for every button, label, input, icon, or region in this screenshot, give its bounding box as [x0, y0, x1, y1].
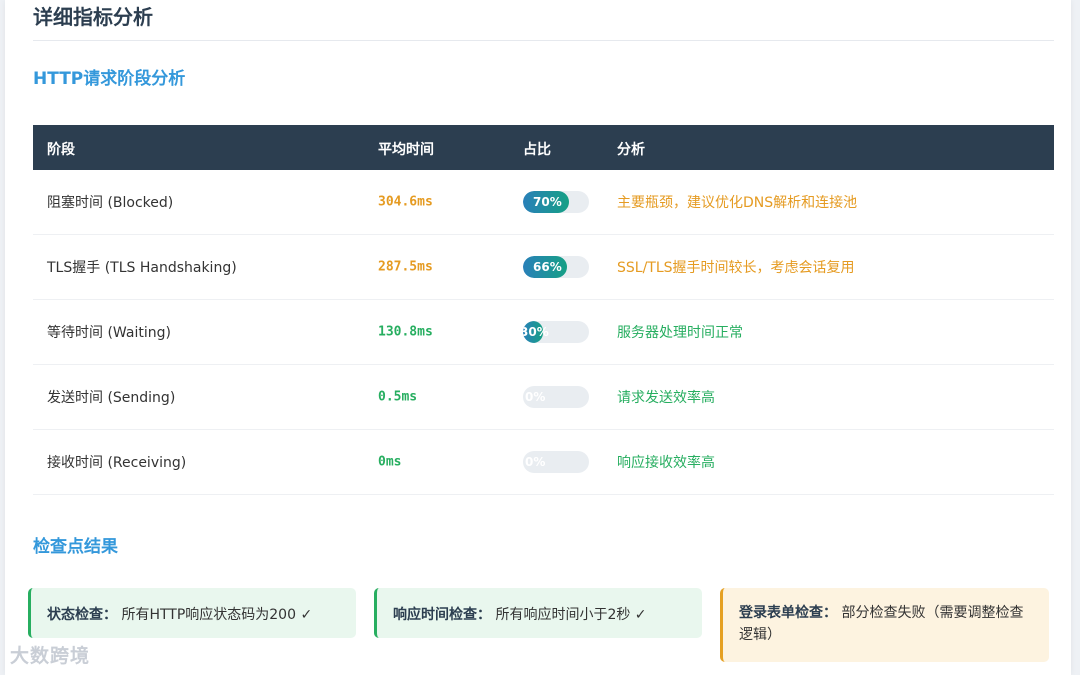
analysis-text: SSL/TLS握手时间较长，考虑会话复用: [617, 260, 855, 276]
stage-name: 等待时间 (Waiting): [47, 325, 171, 341]
table-row: 阻塞时间 (Blocked) 304.6ms 70% 主要瓶颈，建议优化DNS解析和连…: [33, 170, 1054, 235]
percent-label: 0%: [525, 455, 546, 469]
stage-name: 发送时间 (Sending): [47, 390, 176, 406]
avg-time: 0.5ms: [378, 389, 418, 405]
http-section-title: HTTP请求阶段分析: [33, 69, 186, 89]
checkpoint-card-response-time: 响应时间检查： 所有响应时间小于2秒 ✓: [374, 588, 702, 638]
table-row: 接收时间 (Receiving) 0ms 0% 响应接收效率高: [33, 430, 1054, 495]
percent-label: 70%: [533, 195, 562, 209]
percent-bar: 66%: [523, 256, 589, 278]
title-divider: [33, 40, 1054, 41]
checkpoint-section-title: 检查点结果: [33, 537, 118, 557]
header-percent: 占比: [523, 142, 551, 158]
checkpoint-label: 状态检查：: [47, 607, 117, 623]
avg-time: 0ms: [378, 454, 402, 470]
header-stage: 阶段: [47, 142, 75, 158]
table-row: 等待时间 (Waiting) 130.8ms 30% 服务器处理时间正常: [33, 300, 1054, 365]
stage-name: 接收时间 (Receiving): [47, 455, 187, 471]
stage-name: TLS握手 (TLS Handshaking): [47, 260, 237, 276]
percent-bar: 70%: [523, 191, 589, 213]
percent-bar: 0%: [523, 386, 589, 408]
percent-label: 0%: [525, 390, 546, 404]
avg-time: 130.8ms: [378, 324, 433, 340]
avg-time: 304.6ms: [378, 194, 433, 210]
checkpoint-card-login-form: 登录表单检查： 部分检查失败（需要调整检查逻辑）: [720, 588, 1049, 662]
analysis-text: 服务器处理时间正常: [617, 325, 743, 341]
analysis-text: 主要瓶颈，建议优化DNS解析和连接池: [617, 195, 858, 211]
http-stage-table: 阶段 平均时间 占比 分析 阻塞时间 (Blocked) 304.6ms 70% 主要…: [33, 125, 1054, 495]
header-analysis: 分析: [617, 142, 645, 158]
avg-time: 287.5ms: [378, 259, 433, 275]
table-row: 发送时间 (Sending) 0.5ms 0% 请求发送效率高: [33, 365, 1054, 430]
percent-bar: 30%: [523, 321, 589, 343]
checkpoint-text: 所有HTTP响应状态码为200 ✓: [121, 607, 313, 623]
checkpoint-text: 所有响应时间小于2秒 ✓: [495, 607, 647, 623]
checkpoint-label: 响应时间检查：: [393, 607, 491, 623]
stage-name: 阻塞时间 (Blocked): [47, 195, 174, 211]
checkpoint-label: 登录表单检查：: [739, 605, 837, 621]
checkpoint-card-status: 状态检查： 所有HTTP响应状态码为200 ✓: [28, 588, 356, 638]
percent-label: 30%: [523, 325, 549, 339]
page-title: 详细指标分析: [33, 5, 153, 29]
table-header: 阶段 平均时间 占比 分析: [33, 125, 1054, 170]
metrics-panel: 详细指标分析 HTTP请求阶段分析 阶段 平均时间 占比 分析 阻塞时间 (Bl…: [5, 0, 1071, 675]
header-avg-time: 平均时间: [378, 142, 434, 158]
analysis-text: 请求发送效率高: [617, 390, 715, 406]
percent-bar: 0%: [523, 451, 589, 473]
analysis-text: 响应接收效率高: [617, 455, 715, 471]
watermark-logo: 大数跨境: [10, 645, 91, 667]
percent-label: 66%: [533, 260, 562, 274]
table-row: TLS握手 (TLS Handshaking) 287.5ms 66% SSL/TLS…: [33, 235, 1054, 300]
